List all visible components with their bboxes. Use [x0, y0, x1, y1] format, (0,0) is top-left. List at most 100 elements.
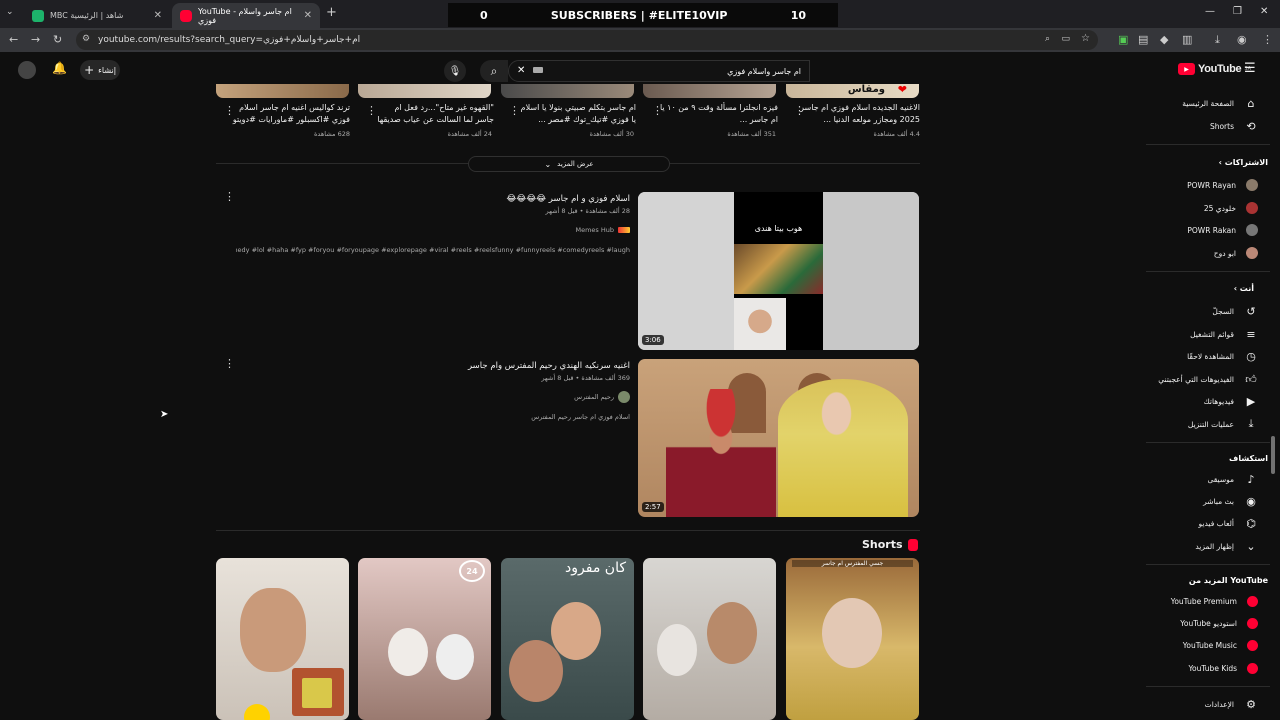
sidebar-item-label: قوائم التشغيل	[1190, 329, 1234, 339]
voice-search-button[interactable]: 🎙	[444, 60, 466, 82]
sidebar-item-gaming[interactable]: ألعاب فيديو ⌬	[1199, 513, 1258, 533]
extension-icon[interactable]: ◆	[1160, 33, 1168, 46]
view-count: 30 ألف مشاهدة	[589, 130, 634, 138]
install-icon[interactable]: ▭	[1061, 34, 1070, 44]
show-more-button[interactable]: ⌄ عرض المزيد	[468, 156, 670, 172]
video-description: اسلام فوزي ام جاسر رحيم المفترس	[531, 413, 630, 421]
sidebar-item-studio[interactable]: YouTube استوديو	[1180, 613, 1258, 633]
channel-row[interactable]: Memes Hub	[480, 226, 630, 234]
channel-name[interactable]: رحيم المفترس	[574, 393, 614, 401]
close-icon[interactable]: ✕	[154, 10, 162, 21]
video-thumbnail[interactable]: هوب بيتا هندى 3:06	[638, 192, 919, 350]
minimize-button[interactable]: —	[1205, 6, 1215, 17]
video-thumbnail[interactable]: ومقاس ❤	[786, 84, 919, 98]
channel-name[interactable]: Memes Hub	[575, 226, 614, 234]
divider	[1146, 564, 1270, 565]
video-title[interactable]: ام جاسر بتكلم صبيتي بنولا يا اسلام يا فو…	[516, 102, 636, 126]
short-face	[509, 640, 563, 702]
video-thumbnail[interactable]	[643, 84, 776, 98]
sidebar-item-home[interactable]: الصفحة الرئيسية ⌂	[1182, 93, 1258, 113]
sidebar-item-playlists[interactable]: قوائم التشغيل ≡	[1190, 324, 1258, 344]
short-thumbnail[interactable]: كان مفرود	[501, 558, 634, 720]
avatar[interactable]	[18, 61, 36, 79]
sidebar-item-live[interactable]: بث مباشر ◉	[1203, 491, 1258, 511]
short-thumbnail[interactable]: 24	[358, 558, 491, 720]
video-thumbnail[interactable]	[216, 84, 349, 98]
more-options-icon[interactable]: ⋮	[224, 357, 235, 370]
clear-search-icon[interactable]: ✕	[517, 65, 525, 76]
sidebar-item-your-videos[interactable]: فيديوهاتك ▶	[1204, 391, 1258, 411]
search-button[interactable]: ⌕	[480, 60, 508, 82]
create-button[interactable]: + إنشاء	[80, 60, 120, 80]
youtube-logo[interactable]: ▶ YouTube SA	[1178, 63, 1251, 75]
tab-list-icon[interactable]: ⌄	[6, 7, 14, 17]
video-thumbnail[interactable]	[358, 84, 491, 98]
profile-icon[interactable]: ◉	[1237, 33, 1247, 46]
sidebar-item-subscription[interactable]: POWR Rakan	[1187, 220, 1258, 240]
tab-shahid[interactable]: MBC شاهد | الرئيسية ✕	[24, 3, 170, 28]
zoom-icon[interactable]: ⌕	[1045, 34, 1050, 44]
video-title[interactable]: ترند كواليس اغنيه ام جاسر اسلام فوزي #اك…	[230, 102, 350, 126]
maximize-button[interactable]: ❐	[1233, 6, 1242, 17]
you-heading[interactable]: ‹ أنت	[1228, 284, 1254, 293]
extensions-puzzle-icon[interactable]: ▥	[1182, 33, 1192, 46]
back-icon[interactable]: ←	[9, 33, 18, 46]
notifications-bell-icon[interactable]: 🔔	[52, 61, 67, 75]
sidebar-item-premium[interactable]: YouTube Premium	[1171, 591, 1258, 611]
sidebar-item-history[interactable]: السجلّ ↺	[1212, 301, 1258, 321]
reload-icon[interactable]: ↻	[53, 33, 62, 46]
extension-icon[interactable]: ▤	[1138, 33, 1148, 46]
close-icon[interactable]: ✕	[304, 10, 312, 21]
sidebar-item-subscription[interactable]: POWR Rayan	[1187, 175, 1258, 195]
more-options-icon[interactable]: ⋮	[224, 190, 235, 203]
site-info-icon[interactable]: ⚙	[82, 34, 90, 44]
sidebar-item-downloads[interactable]: عمليات التنزيل ⤓	[1188, 414, 1258, 434]
url-text: youtube.com/results?search_query=ام+جاسر…	[98, 35, 361, 45]
window-close-button[interactable]: ✕	[1260, 6, 1268, 17]
short-thumbnail[interactable]: جسي المفترس ام جاسر	[786, 558, 919, 720]
video-title[interactable]: الاغنيه الجديده اسلام فوزي ام جاسر 2025 …	[800, 102, 920, 126]
sidebar-item-music-app[interactable]: YouTube Music	[1183, 635, 1258, 655]
more-options-icon[interactable]: ⋮	[509, 104, 520, 117]
subscriptions-heading[interactable]: ‹ الاشتراكات	[1213, 158, 1268, 167]
sidebar-item-settings[interactable]: الإعدادات ⚙	[1205, 694, 1258, 714]
extension-icon[interactable]: ▣	[1118, 33, 1128, 46]
sidebar-item-show-more[interactable]: إظهار المزيد ⌄	[1195, 536, 1258, 556]
guide-menu-icon[interactable]: ☰	[1244, 61, 1256, 76]
short-thumbnail[interactable]	[216, 558, 349, 720]
channel-row[interactable]: رحيم المفترس	[480, 391, 630, 403]
sidebar-item-shorts[interactable]: Shorts ⟲	[1210, 116, 1258, 136]
sidebar-item-kids[interactable]: YouTube Kids	[1188, 658, 1258, 678]
new-tab-button[interactable]: +	[326, 5, 337, 20]
video-title[interactable]: اسلام فوزي و ام جاسر 😂😂😂😂	[420, 193, 630, 205]
short-thumbnail[interactable]	[643, 558, 776, 720]
sidebar-scrollbar[interactable]	[1271, 436, 1275, 474]
bookmark-star-icon[interactable]: ☆	[1081, 33, 1090, 44]
tab-youtube[interactable]: YouTube - ام جاسر واسلام فوزي ✕	[172, 3, 320, 28]
more-options-icon[interactable]: ⋮	[366, 104, 377, 117]
shorts-heading: Shorts	[862, 538, 918, 551]
more-options-icon[interactable]: ⋮	[224, 104, 235, 117]
sidebar-item-subscription[interactable]: ابو دوح	[1214, 243, 1258, 263]
download-icon[interactable]: ⤓	[1215, 33, 1220, 47]
sidebar-item-watch-later[interactable]: المشاهدة لاحقًا ◷	[1187, 346, 1258, 366]
sidebar-item-liked[interactable]: الفيديوهات التي أعجبتني 👍︎	[1158, 369, 1258, 389]
sidebar-item-music[interactable]: موسيقى ♪	[1208, 469, 1258, 489]
search-input[interactable]: ✕ ام جاسر واسلام فوزي	[508, 60, 810, 82]
forward-icon[interactable]: →	[31, 33, 40, 46]
keyboard-icon[interactable]	[533, 67, 543, 73]
thumb-right-panel	[823, 192, 919, 350]
address-bar[interactable]: ⚙ youtube.com/results?search_query=ام+جا…	[76, 30, 1098, 50]
sidebar-item-subscription[interactable]: خلودي 25	[1204, 198, 1258, 218]
thumb-person-right	[778, 379, 908, 517]
menu-icon[interactable]: ⋮	[1262, 33, 1273, 46]
more-options-icon[interactable]: ⋮	[652, 104, 663, 117]
more-options-icon[interactable]: ⋮	[794, 104, 805, 117]
sidebar-item-label: السجلّ	[1212, 306, 1234, 316]
video-thumbnail[interactable]: 2:57	[638, 359, 919, 517]
video-title[interactable]: فيزه انجلترا مسألة وقت ٩ من ١٠ يا ام جاس…	[658, 102, 778, 126]
search-icon: ⌕	[490, 63, 498, 78]
video-title[interactable]: "القهوه غير متاح"...رد فعل ام جاسر لما ا…	[374, 102, 494, 126]
video-title[interactable]: اغنيه سرنكيه الهندي رحيم المفترس وام جاس…	[420, 360, 630, 372]
video-thumbnail[interactable]	[501, 84, 634, 98]
